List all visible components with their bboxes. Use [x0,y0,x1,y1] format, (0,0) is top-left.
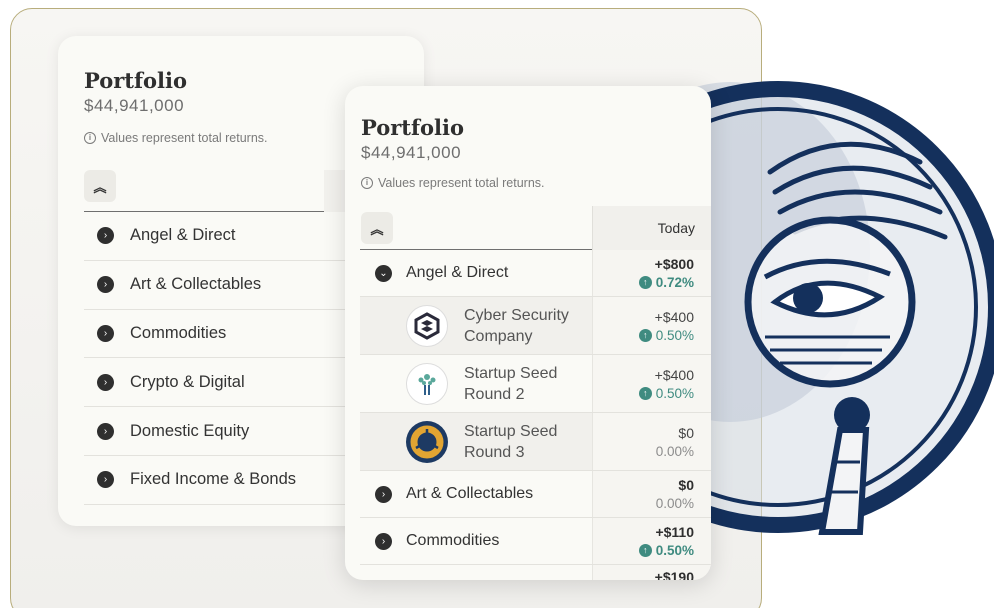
value-cell: +$190 [592,565,711,580]
category-row-art-collectables[interactable]: › Art & Collectables $0 0.00% [360,471,711,518]
chevron-right-icon: › [375,532,392,550]
chevron-right-icon: › [97,324,114,342]
chevron-down-icon: ⌄ [375,264,392,282]
arrow-up-icon: ↑ [638,276,652,289]
portfolio-amount: $44,941,000 [361,143,462,162]
chevron-right-icon: › [97,227,114,245]
category-row-angel-direct[interactable]: ⌄ Angel & Direct +$800 ↑ 0.72% [360,250,711,297]
info-icon: i [361,177,373,189]
chevron-right-icon: › [97,373,114,391]
holding-row[interactable]: Cyber Security Company +$400 ↑ 0.50% [360,297,711,355]
portfolio-card-front: Portfolio $44,941,000 i Values represent… [345,86,711,580]
value-cell: $0 0.00% [592,413,711,470]
value-cell: +$110 ↑ 0.50% [592,518,711,564]
value-cell: +$800 ↑ 0.72% [592,250,711,296]
holdings-table: ⌄ Angel & Direct +$800 ↑ 0.72% Cyber Secur… [360,250,711,580]
info-icon: i [84,132,96,144]
tree-logo-icon [406,362,448,405]
holding-row[interactable]: Startup Seed Round 3 $0 0.00% [360,413,711,471]
portfolio-title: Portfolio [361,115,465,140]
category-row-commodities[interactable]: › Commodities +$110 ↑ 0.50% [360,518,711,565]
returns-note: i Values represent total returns. [84,131,268,145]
chevron-right-icon: › [97,276,114,294]
chevron-right-icon: › [375,485,392,503]
portfolio-title: Portfolio [84,68,188,93]
category-row-partial[interactable]: +$190 [360,565,711,580]
portfolio-amount: $44,941,000 [84,96,185,115]
value-cell: $0 0.00% [592,471,711,517]
chevron-right-icon: › [97,471,114,489]
arrow-up-icon: ↑ [638,386,652,400]
value-cell: +$400 ↑ 0.50% [592,297,711,354]
arrow-up-icon: ↑ [638,328,652,342]
table-header: ︽ Today [360,206,711,250]
returns-note: i Values represent total returns. [361,176,545,190]
column-header-today[interactable]: Today [592,206,711,250]
collapse-all-button[interactable]: ︽ [361,212,393,244]
value-cell: +$400 ↑ 0.50% [592,355,711,412]
collapse-all-button[interactable]: ︽ [84,170,116,202]
holding-row[interactable]: Startup Seed Round 2 +$400 ↑ 0.50% [360,355,711,413]
chevron-right-icon: › [97,422,114,440]
arrow-up-icon: ↑ [638,544,652,557]
cyber-security-logo-icon [406,304,448,347]
ring-logo-icon [406,420,448,463]
